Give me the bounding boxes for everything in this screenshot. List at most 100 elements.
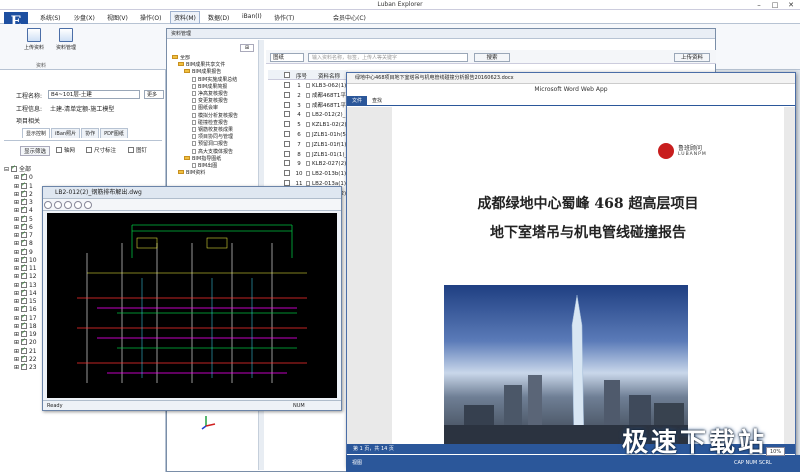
checkbox[interactable]	[284, 101, 290, 108]
checkbox[interactable]	[20, 362, 27, 370]
checkbox[interactable]	[20, 271, 27, 280]
checkbox[interactable]	[284, 150, 290, 157]
checkbox[interactable]	[20, 172, 27, 181]
layers-icon[interactable]	[84, 201, 92, 209]
close-button[interactable]: ✕	[784, 0, 798, 10]
checkbox[interactable]	[20, 296, 27, 304]
title-bar: Luban Explorer – □ ✕	[0, 0, 800, 10]
cad-drawing-canvas[interactable]	[47, 213, 337, 398]
filter-select[interactable]: 图纸	[270, 53, 304, 62]
checkbox[interactable]	[20, 197, 27, 205]
zoom-fit-icon[interactable]	[64, 201, 72, 209]
more-button[interactable]: 更多	[144, 90, 164, 99]
menu-material[interactable]: 资料(M)	[170, 11, 200, 24]
axis-checkbox[interactable]: 轴网	[56, 146, 75, 154]
folder-tree-item[interactable]: 图纸会审	[168, 105, 258, 112]
checkbox[interactable]	[86, 147, 92, 153]
checkbox[interactable]	[284, 140, 290, 147]
menu-system[interactable]: 系统(S)	[40, 13, 61, 22]
pan-icon[interactable]	[74, 201, 82, 209]
dimension-checkbox[interactable]: 尺寸标注	[86, 146, 116, 154]
upload-material-button[interactable]: 上传资料	[22, 28, 46, 51]
menu-iban[interactable]: iBan(I)	[242, 13, 262, 20]
tab-collab[interactable]: 协作	[81, 128, 100, 138]
checkbox[interactable]	[284, 121, 290, 128]
folder-tree-item[interactable]: BIM成果简报	[168, 83, 258, 91]
checkbox[interactable]	[284, 72, 292, 79]
checkbox[interactable]	[20, 288, 27, 296]
checkbox[interactable]	[20, 280, 27, 288]
tree-item[interactable]: ⊟ 全部	[4, 164, 164, 174]
checkbox[interactable]	[20, 255, 27, 263]
checkbox[interactable]	[284, 91, 290, 98]
table-row[interactable]: 1 KLB3-062(1)_	[284, 82, 349, 92]
checkbox[interactable]	[20, 321, 27, 329]
menu-sandbox[interactable]: 沙盘(X)	[74, 13, 95, 22]
tree-item[interactable]: ⊞ 0	[4, 172, 164, 182]
tab-iban-photo[interactable]: iBan照片	[51, 128, 81, 138]
menu-member[interactable]: 会员中心(C)	[333, 13, 366, 22]
tab-display[interactable]: 显示控制	[22, 128, 51, 138]
collapse-button[interactable]: ⊞	[240, 44, 254, 52]
material-manage-button[interactable]: 资料管理	[54, 28, 78, 51]
table-row[interactable]: 3 成都468T1平	[284, 101, 346, 112]
zoom-out-icon[interactable]	[54, 201, 62, 209]
table-row[interactable]: 2 成都468T1平	[284, 91, 346, 102]
checkbox[interactable]	[20, 189, 27, 197]
checkbox[interactable]	[20, 346, 27, 354]
project-name-select[interactable]: B4~101层-土建	[48, 90, 140, 99]
upload-button[interactable]: 上传资料	[674, 53, 710, 62]
checkbox[interactable]	[56, 147, 62, 153]
menu-collab[interactable]: 协作(T)	[274, 13, 294, 22]
checkbox[interactable]	[20, 247, 27, 255]
maximize-button[interactable]: □	[768, 0, 782, 10]
checkbox[interactable]	[284, 160, 290, 167]
folder-tree-item[interactable]: 碰撞检查报告	[168, 119, 258, 127]
checkbox[interactable]	[128, 147, 134, 153]
folder-tree-item[interactable]: BIM实施成果总结	[168, 76, 258, 84]
table-row[interactable]: 5 KZLB1-02(2)_	[284, 121, 349, 131]
checkbox[interactable]	[20, 329, 27, 337]
checkbox[interactable]	[284, 170, 290, 177]
search-input[interactable]: 输入资料名称，标签，上传人等关键字	[308, 53, 468, 62]
menu-data[interactable]: 数据(D)	[208, 13, 229, 22]
checkbox[interactable]	[10, 164, 17, 172]
table-row[interactable]: 8 JZLB1-01(1)_	[284, 150, 347, 161]
checkbox[interactable]	[20, 230, 27, 238]
menu-view[interactable]: 视图(V)	[107, 13, 128, 22]
search-button[interactable]: 搜索	[474, 53, 510, 62]
tab-file[interactable]: 文件	[347, 96, 368, 106]
checkbox[interactable]	[20, 304, 27, 313]
checkbox[interactable]	[20, 238, 27, 247]
minimize-button[interactable]: –	[752, 0, 766, 10]
pin-checkbox[interactable]: 图钉	[128, 146, 147, 154]
folder-tree-item[interactable]: BIM资料	[168, 170, 258, 177]
folder-tree-item[interactable]: 高大支模体报告	[168, 148, 258, 156]
checkbox[interactable]	[284, 130, 290, 137]
checkbox[interactable]	[284, 111, 290, 118]
checkbox[interactable]	[284, 82, 290, 88]
table-row[interactable]: 9 KLB2-027(2)	[284, 160, 346, 170]
table-row[interactable]: 7 JZLB1-01f(1)	[284, 140, 346, 151]
menu-operation[interactable]: 操作(O)	[140, 13, 161, 22]
checkbox[interactable]	[20, 313, 27, 321]
checkbox[interactable]	[20, 222, 27, 230]
checkbox[interactable]	[20, 205, 27, 214]
tab-find[interactable]: 查找	[367, 96, 387, 106]
checkbox[interactable]	[20, 181, 27, 189]
folder-tree-item[interactable]: BIM出图	[168, 163, 258, 170]
checkbox[interactable]	[20, 354, 27, 362]
folder-tree-item[interactable]: 模拟分析复核报告	[168, 112, 258, 120]
checkbox[interactable]	[20, 263, 27, 271]
table-row[interactable]: 10 LB2-013b(1)_	[284, 170, 349, 180]
zoom-in-icon[interactable]	[44, 201, 52, 209]
display-filter-button[interactable]: 显示筛选	[20, 146, 51, 156]
table-row[interactable]: 6 JZLB1-01h(5)	[284, 130, 348, 141]
folder-tree-item[interactable]: BIM成果报告	[168, 69, 258, 76]
checkbox[interactable]	[20, 214, 27, 222]
folder-tree-item[interactable]: 预留洞口报告	[168, 141, 258, 148]
folder-tree-item[interactable]: BIM指导图纸	[168, 155, 258, 163]
tab-pdf[interactable]: PDF图纸	[100, 128, 128, 138]
table-row[interactable]: 4 LB2-012(2)_	[284, 111, 345, 121]
checkbox[interactable]	[20, 337, 27, 346]
